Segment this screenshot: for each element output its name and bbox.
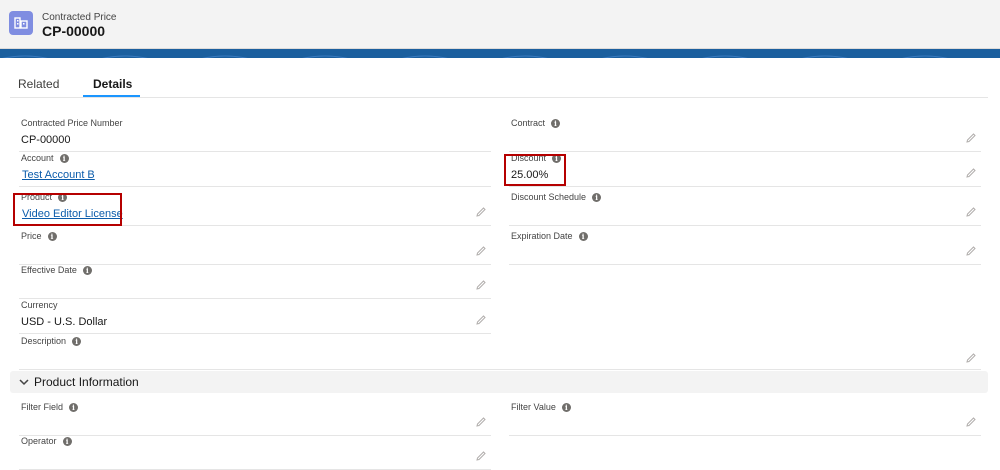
edit-pencil-icon[interactable] [475,245,487,257]
tabs-divider [10,97,988,98]
section-title: Product Information [34,375,139,389]
info-icon[interactable]: i [592,192,602,202]
info-icon[interactable]: i [62,436,72,446]
info-icon[interactable]: i [69,402,79,412]
field-label: Operator [21,436,57,446]
header-band [0,49,1000,58]
info-icon[interactable]: i [72,336,82,346]
field-label: Contracted Price Number [21,118,123,128]
field-label: Filter Field [21,402,64,412]
field-label: Currency [21,300,58,310]
edit-pencil-icon[interactable] [965,416,977,428]
info-icon[interactable]: i [578,231,588,241]
product-highlight-box [13,193,122,226]
field-filter-value: Filter Value i [509,402,981,436]
chevron-down-icon [19,379,29,386]
field-value: CP-00000 [21,134,71,146]
field-contract: Contract i [509,118,981,152]
edit-pencil-icon[interactable] [965,167,977,179]
edit-pencil-icon[interactable] [965,132,977,144]
info-icon[interactable]: i [82,265,92,275]
contracted-price-icon [9,11,33,35]
account-link[interactable]: Test Account B [22,169,95,181]
field-contracted-price-number: Contracted Price Number CP-00000 [19,118,491,152]
tab-details[interactable]: Details [93,77,132,91]
record-header: Contracted Price CP-00000 [0,0,1000,49]
field-discount-schedule: Discount Schedule i [509,192,981,226]
field-expiration-date: Expiration Date i [509,231,981,265]
info-icon[interactable]: i [561,402,571,412]
edit-pencil-icon[interactable] [965,245,977,257]
field-label: Discount Schedule [511,192,587,202]
record-title: CP-00000 [42,23,106,39]
field-currency: Currency USD - U.S. Dollar [19,300,491,334]
tab-related[interactable]: Related [18,77,59,91]
field-price: Price i [19,231,491,265]
field-label: Description [21,336,67,346]
edit-pencil-icon[interactable] [475,314,487,326]
field-description: Description i [19,336,981,370]
edit-pencil-icon[interactable] [965,206,977,218]
field-discount: Discount i 25.00% [509,153,981,187]
record-tabs: Related Details [0,72,1000,98]
field-label: Contract [511,118,546,128]
field-operator: Operator i [19,436,491,470]
field-label: Expiration Date [511,231,573,241]
field-label: Price [21,231,42,241]
field-value: USD - U.S. Dollar [21,316,108,328]
field-filter-field: Filter Field i [19,402,491,436]
info-icon[interactable]: i [59,153,69,163]
info-icon[interactable]: i [47,231,57,241]
edit-pencil-icon[interactable] [475,279,487,291]
object-type-label: Contracted Price [42,12,117,23]
field-label: Account [21,153,54,163]
edit-pencil-icon[interactable] [965,352,977,364]
field-label: Filter Value [511,402,556,412]
field-effective-date: Effective Date i [19,265,491,299]
edit-pencil-icon[interactable] [475,416,487,428]
info-icon[interactable]: i [551,118,561,128]
section-product-information[interactable]: Product Information [10,371,988,393]
discount-highlight-box [504,154,566,186]
edit-pencil-icon[interactable] [475,206,487,218]
edit-pencil-icon[interactable] [475,450,487,462]
field-label: Effective Date [21,265,77,275]
field-account: Account i Test Account B [19,153,491,187]
